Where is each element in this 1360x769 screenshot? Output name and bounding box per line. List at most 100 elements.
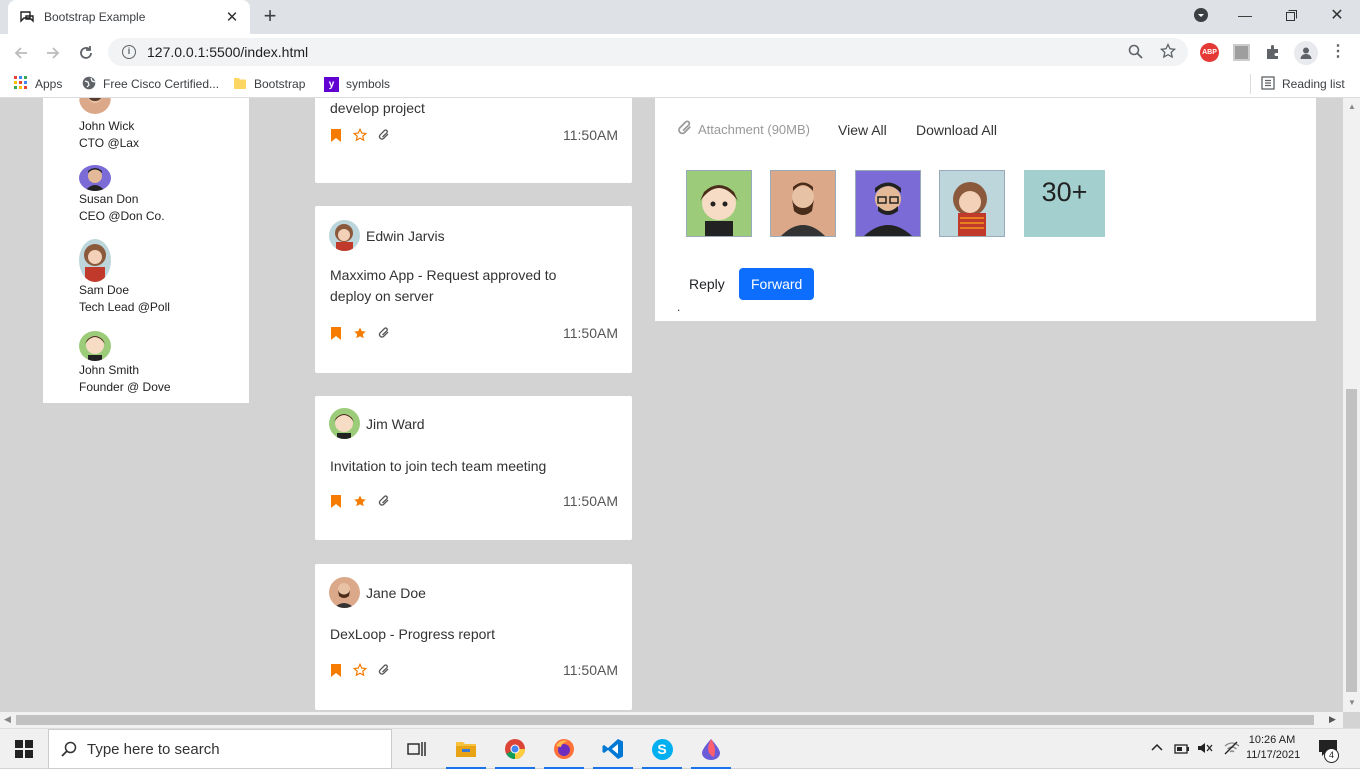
skype-icon[interactable]: S [638,729,686,769]
more-attachments-tile[interactable]: 30+ [1024,170,1105,237]
bookmark-icon[interactable] [329,326,343,340]
wifi-icon[interactable] [1224,741,1240,760]
bookmark-symbols[interactable]: y symbols [324,75,390,93]
reload-icon[interactable] [73,40,99,66]
message-sender: Jane Doe [329,577,426,608]
extension-icon[interactable] [1233,44,1250,61]
avatar [329,220,360,251]
paperclip-icon[interactable] [377,494,391,508]
contact-item[interactable]: Sam Doe Tech Lead @Poll [79,282,170,316]
avatar[interactable] [79,165,111,191]
avatar[interactable] [79,98,111,116]
message-sender: Jim Ward [329,408,425,439]
back-icon[interactable] [8,40,34,66]
restore-icon[interactable] [1268,0,1314,30]
browser-tab[interactable]: Bootstrap Example ✕ [8,0,250,34]
message-subject: Maxximo App - Request approved to deploy… [330,267,557,304]
battery-icon[interactable] [1174,742,1190,760]
close-tab-icon[interactable]: ✕ [224,8,240,26]
windows-start-icon[interactable] [0,729,48,769]
scroll-left-icon[interactable]: ◀ [4,714,11,725]
close-window-icon[interactable]: ✕ [1314,0,1360,30]
scroll-up-icon[interactable]: ▲ [1348,102,1356,111]
reply-button[interactable]: Reply [677,268,737,300]
bookmark-icon[interactable] [329,494,343,508]
star-outline-icon[interactable] [353,663,367,677]
bookmark-bootstrap[interactable]: Bootstrap [233,75,305,93]
app-drop-icon[interactable] [687,729,735,769]
attachment-thumbnail[interactable] [686,170,752,237]
clock-time: 10:26 AM [1248,734,1296,746]
bookmarks-bar: Apps Free Cisco Certified... Bootstrap y… [0,70,1360,98]
file-explorer-icon[interactable] [442,729,490,769]
new-tab-button[interactable]: + [258,4,282,28]
view-all-link[interactable]: View All [838,122,887,138]
notification-center-icon[interactable]: 4 [1318,739,1339,763]
message-card[interactable]: Jim Ward Invitation to join tech team me… [315,396,632,540]
attachment-thumbnail[interactable] [855,170,921,237]
volume-muted-icon[interactable] [1197,741,1213,760]
profile-avatar-icon[interactable] [1294,41,1318,65]
message-card[interactable]: Jane Doe DexLoop - Progress report 11:50… [315,564,632,710]
avatar[interactable] [79,331,111,361]
clock-date: 11/17/2021 [1246,749,1301,761]
star-filled-icon[interactable] [353,494,367,508]
paperclip-icon[interactable] [377,663,391,677]
tab-title: Bootstrap Example [44,10,146,24]
star-filled-icon[interactable] [353,326,367,340]
vertical-scroll-thumb[interactable] [1346,389,1357,692]
attachment-info: Attachment (90MB) [677,120,810,139]
star-outline-icon[interactable] [353,128,367,142]
attachment-thumbnail[interactable] [770,170,836,237]
minimize-icon[interactable]: — [1222,0,1268,30]
browser-toolbar: i 127.0.0.1:5500/index.html ABP ⋮ [0,34,1360,70]
scroll-right-icon[interactable]: ▶ [1329,714,1336,725]
paperclip-icon[interactable] [377,326,391,340]
download-all-link[interactable]: Download All [916,122,997,138]
bookmark-star-icon[interactable] [1159,42,1177,62]
message-card[interactable]: develop project 11:50AM [315,98,632,183]
contact-item[interactable]: John Smith Founder @ Dove [79,362,171,396]
avatar[interactable] [79,239,111,282]
chat-bubble-icon [18,8,36,26]
tab-search-icon[interactable] [1178,0,1224,30]
firefox-icon[interactable] [540,729,588,769]
message-footer: 11:50AM [329,493,618,509]
taskbar-search-box[interactable]: Type here to search [48,729,392,769]
clock[interactable]: 10:26 AM 11/17/2021 [1246,733,1301,763]
scroll-down-icon[interactable]: ▼ [1348,698,1356,707]
menu-kebab-icon[interactable]: ⋮ [1330,43,1346,61]
contact-item[interactable]: John Wick CTO @Lax [79,118,139,152]
bookmark-cisco[interactable]: Free Cisco Certified... [82,75,219,93]
bookmark-icon[interactable] [329,128,343,142]
chrome-icon[interactable] [491,729,539,769]
address-bar[interactable]: i 127.0.0.1:5500/index.html [108,38,1188,66]
vertical-scrollbar[interactable]: ▲ ▼ [1343,98,1360,712]
message-time: 11:50AM [563,662,618,678]
message-footer: 11:50AM [329,662,618,678]
paperclip-icon[interactable] [377,128,391,142]
forward-button[interactable]: Forward [739,268,815,300]
tab-strip: Bootstrap Example ✕ + — ✕ [0,0,1360,34]
horizontal-scroll-thumb[interactable] [16,715,1314,725]
message-time: 11:50AM [563,493,618,509]
site-info-icon[interactable]: i [122,45,136,59]
puzzle-extensions-icon[interactable] [1264,43,1282,66]
forward-icon[interactable] [40,40,66,66]
attachment-thumbnail[interactable] [939,170,1005,237]
message-subject: DexLoop - Progress report [330,626,495,642]
reading-list-button[interactable]: Reading list [1261,75,1345,93]
contact-item[interactable]: Susan Don CEO @Don Co. [79,191,165,225]
tray-chevron-up-icon[interactable] [1151,741,1163,759]
folder-icon [233,76,247,93]
zoom-icon[interactable] [1128,44,1143,62]
task-view-icon[interactable] [392,729,440,769]
bookmark-apps[interactable]: Apps [14,75,62,93]
paperclip-icon [677,120,693,139]
adblock-extension-icon[interactable]: ABP [1200,43,1219,62]
vscode-icon[interactable] [589,729,637,769]
bookmark-icon[interactable] [329,663,343,677]
message-card[interactable]: Edwin Jarvis Maxximo App - Request appro… [315,206,632,373]
horizontal-scrollbar[interactable]: ◀ ▶ [0,712,1343,728]
message-time: 11:50AM [563,325,618,341]
